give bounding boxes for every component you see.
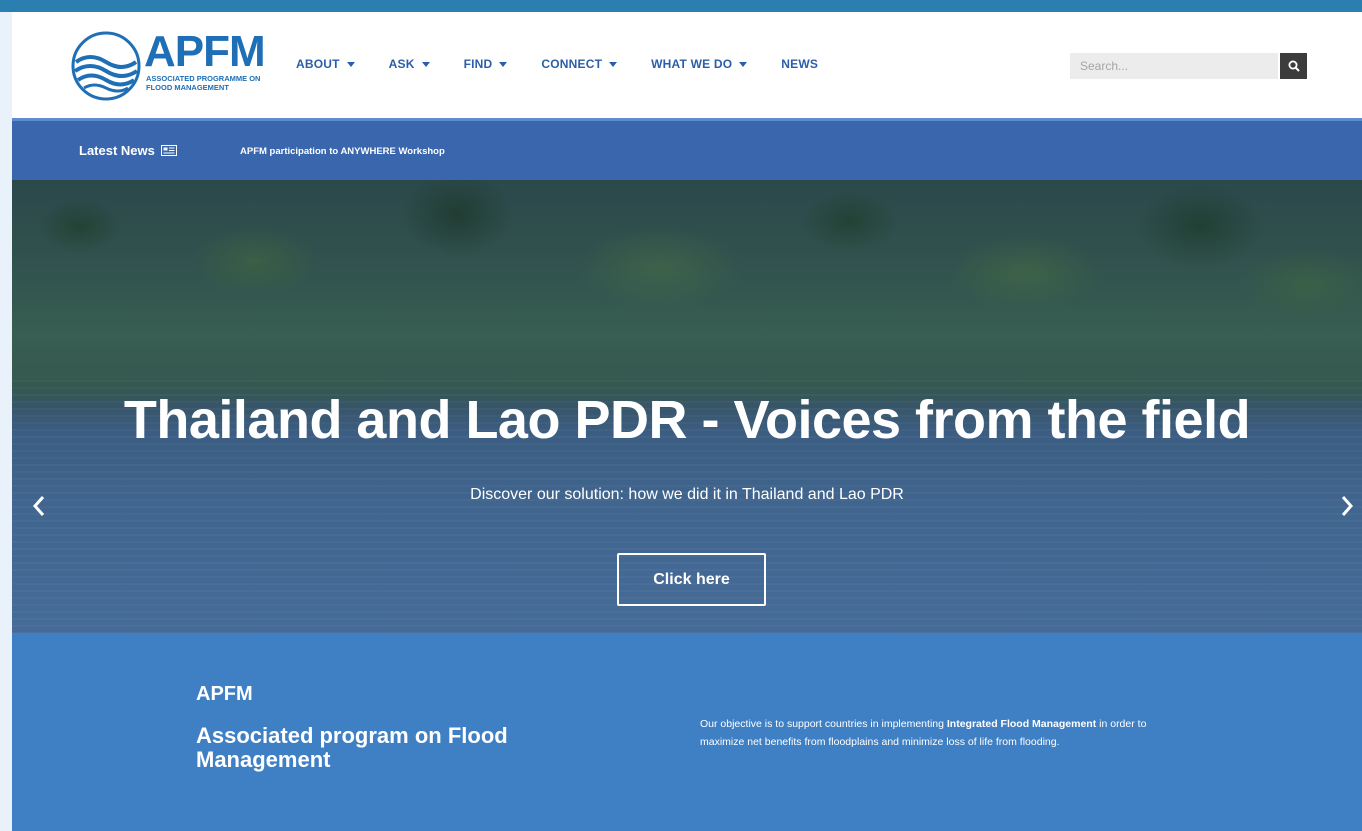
search-input[interactable] bbox=[1070, 53, 1278, 79]
window-top-bar bbox=[0, 0, 1362, 12]
about-description: Our objective is to support countries in… bbox=[700, 715, 1170, 751]
nav-item-connect[interactable]: CONNECT bbox=[541, 57, 618, 71]
hero-foliage bbox=[12, 180, 1362, 410]
nav-item-label: CONNECT bbox=[541, 57, 603, 71]
nav-item-find[interactable]: FIND bbox=[464, 57, 508, 71]
nav-item-label: WHAT WE DO bbox=[651, 57, 733, 71]
nav-item-news[interactable]: NEWS bbox=[781, 57, 818, 71]
logo-title: APFM bbox=[144, 27, 266, 76]
click-here-button[interactable]: Click here bbox=[617, 553, 766, 606]
about-text-start: Our objective is to support countries in… bbox=[700, 718, 947, 730]
latest-news-label: Latest News bbox=[79, 143, 177, 158]
caret-down-icon bbox=[421, 61, 430, 67]
main-nav: ABOUT ASK FIND CONNECT WHAT WE DO NEWS bbox=[296, 57, 852, 71]
nav-item-label: FIND bbox=[463, 57, 493, 71]
nav-item-about[interactable]: ABOUT bbox=[296, 57, 355, 71]
hero-slider: Thailand and Lao PDR - Voices from the f… bbox=[12, 180, 1362, 633]
search-icon bbox=[1288, 60, 1300, 72]
latest-news-text: Latest News bbox=[79, 143, 155, 158]
about-text-bold: Integrated Flood Management bbox=[946, 718, 1097, 730]
latest-news-ticker: Latest News APFM participation to ANYWHE… bbox=[12, 118, 1362, 180]
about-brand: APFM bbox=[196, 683, 253, 705]
caret-down-icon bbox=[739, 61, 748, 67]
nav-item-label: NEWS bbox=[781, 57, 819, 71]
site-header: APFM Associated Programme on Flood Manag… bbox=[12, 12, 1362, 118]
hero-subtitle: Discover our solution: how we did it in … bbox=[470, 486, 904, 503]
about-section: APFM Associated program on Flood Managem… bbox=[12, 633, 1362, 831]
search-form bbox=[1070, 53, 1308, 80]
newspaper-icon bbox=[160, 145, 177, 156]
logo-subtitle: Associated Programme on Flood Management bbox=[146, 74, 261, 92]
caret-down-icon bbox=[499, 61, 508, 67]
caret-down-icon bbox=[346, 61, 355, 67]
nav-item-ask[interactable]: ASK bbox=[389, 57, 430, 71]
nav-item-label: ASK bbox=[388, 57, 415, 71]
hero-title: Thailand and Lao PDR - Voices from the f… bbox=[123, 390, 1251, 450]
apfm-logo[interactable]: APFM Associated Programme on Flood Manag… bbox=[70, 28, 270, 108]
search-button[interactable] bbox=[1280, 53, 1307, 79]
news-headline-link[interactable]: APFM participation to ANYWHERE Workshop bbox=[240, 146, 445, 157]
logo-water-icon bbox=[71, 31, 141, 101]
page: APFM Associated Programme on Flood Manag… bbox=[12, 12, 1362, 831]
caret-down-icon bbox=[609, 61, 618, 67]
nav-item-what-we-do[interactable]: WHAT WE DO bbox=[651, 57, 748, 71]
nav-item-label: ABOUT bbox=[296, 57, 340, 71]
about-heading: Associated program on Flood Management bbox=[196, 723, 508, 772]
